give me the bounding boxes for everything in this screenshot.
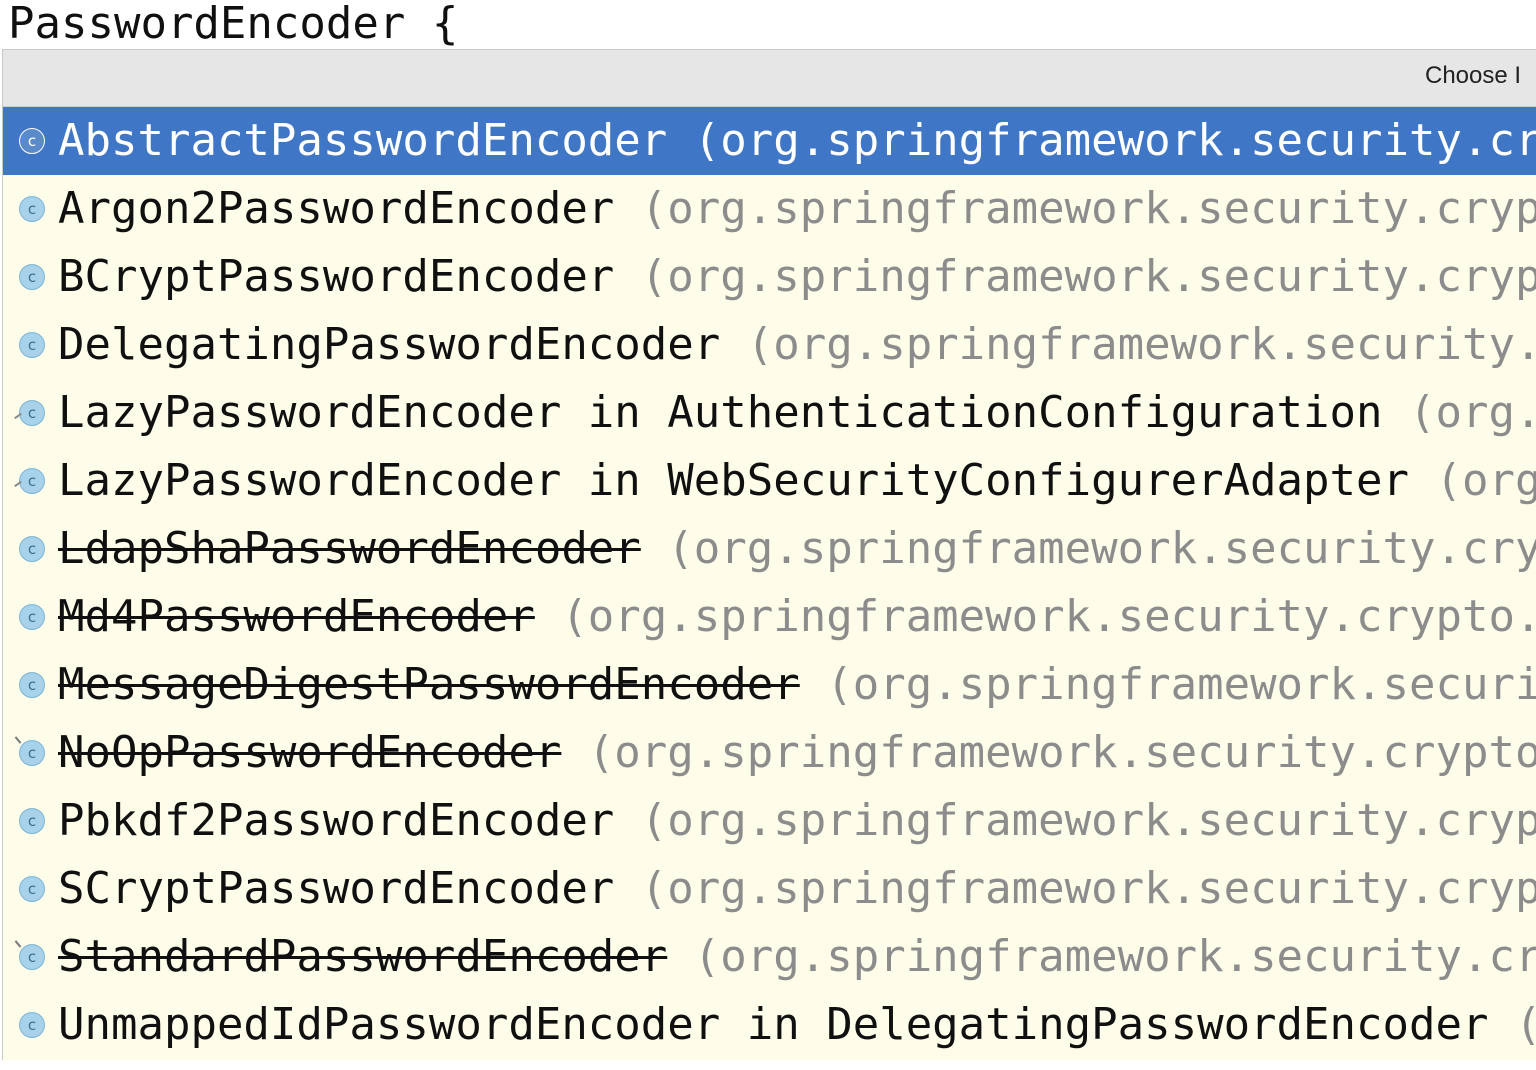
class-icon: c [19,808,45,834]
package-name: ( [1488,999,1536,1050]
class-icon: c [19,876,45,902]
class-icon: c [19,672,45,698]
list-item[interactable]: c SCryptPasswordEncoder (org.springframe… [3,855,1536,923]
class-icon: c [19,332,45,358]
list-item-selected[interactable]: c AbstractPasswordEncoder (org.springfra… [3,107,1536,175]
package-name: (org. [1382,387,1536,438]
package-name: (org [1409,455,1536,506]
class-icon: c [19,196,45,222]
class-icon: c [19,1012,45,1038]
marked-class-icon: c [19,944,45,970]
class-icon: c [19,264,45,290]
list-item[interactable]: c BCryptPasswordEncoder (org.springframe… [3,243,1536,311]
deprecated-class-name: MessageDigestPasswordEncoder [58,659,800,710]
deprecated-class-name: Md4PasswordEncoder [58,591,535,642]
popup-title: Choose I [1425,62,1522,89]
class-name: Argon2PasswordEncoder [58,183,615,234]
inner-class-icon: c [19,468,45,494]
list-item[interactable]: c LdapShaPasswordEncoder (org.springfram… [3,515,1536,583]
package-name: (org.springframework.security.cr [667,931,1536,982]
package-name: (org.springframework.security.cry [640,523,1536,574]
class-name: SCryptPasswordEncoder [58,863,615,914]
list-item[interactable]: c LazyPasswordEncoder in AuthenticationC… [3,379,1536,447]
package-name: (org.springframework.security.crypto [561,727,1536,778]
list-item[interactable]: c UnmappedIdPasswordEncoder in Delegatin… [3,991,1536,1059]
class-name: DelegatingPasswordEncoder [58,319,721,370]
class-name: LazyPasswordEncoder in WebSecurityConfig… [58,455,1410,506]
list-item[interactable]: c NoOpPasswordEncoder (org.springframewo… [3,719,1536,787]
package-name: (org.springframework.security.c [720,319,1536,370]
deprecated-class-name: NoOpPasswordEncoder [58,727,562,778]
package-name: (org.springframework.security.cryp [614,795,1536,846]
abstract-class-icon: c [19,128,45,154]
deprecated-class-name: StandardPasswordEncoder [58,931,668,982]
list-item[interactable]: c MessageDigestPasswordEncoder (org.spri… [3,651,1536,719]
package-name: (org.springframework.security.crypt [614,251,1536,302]
class-icon: c [19,604,45,630]
package-name: (org.springframework.securi [799,659,1536,710]
list-item[interactable]: c Argon2PasswordEncoder (org.springframe… [3,175,1536,243]
list-item[interactable]: c Md4PasswordEncoder (org.springframewor… [3,583,1536,651]
choose-implementation-popup: Choose I c AbstractPasswordEncoder (org.… [2,49,1536,1060]
package-name: (org.springframework.security.crypto. [534,591,1536,642]
package-name: (org.springframework.security.cr [667,115,1536,166]
class-icon: c [19,536,45,562]
marked-class-icon: c [19,740,45,766]
class-name: AbstractPasswordEncoder [58,115,668,166]
class-name: Pbkdf2PasswordEncoder [58,795,615,846]
list-item[interactable]: c DelegatingPasswordEncoder (org.springf… [3,311,1536,379]
list-item[interactable]: c StandardPasswordEncoder (org.springfra… [3,923,1536,991]
package-name: (org.springframework.security.crypt [614,183,1536,234]
class-name: BCryptPasswordEncoder [58,251,615,302]
editor-code-line: PasswordEncoder { [8,0,459,49]
popup-header: Choose I [3,50,1536,107]
class-name: UnmappedIdPasswordEncoder in DelegatingP… [58,999,1489,1050]
list-item[interactable]: c LazyPasswordEncoder in WebSecurityConf… [3,447,1536,515]
class-name: LazyPasswordEncoder in AuthenticationCon… [58,387,1383,438]
list-item[interactable]: c Pbkdf2PasswordEncoder (org.springframe… [3,787,1536,855]
inner-class-icon: c [19,400,45,426]
deprecated-class-name: LdapShaPasswordEncoder [58,523,641,574]
implementation-list: c AbstractPasswordEncoder (org.springfra… [3,107,1536,1059]
package-name: (org.springframework.security.cryp [614,863,1536,914]
